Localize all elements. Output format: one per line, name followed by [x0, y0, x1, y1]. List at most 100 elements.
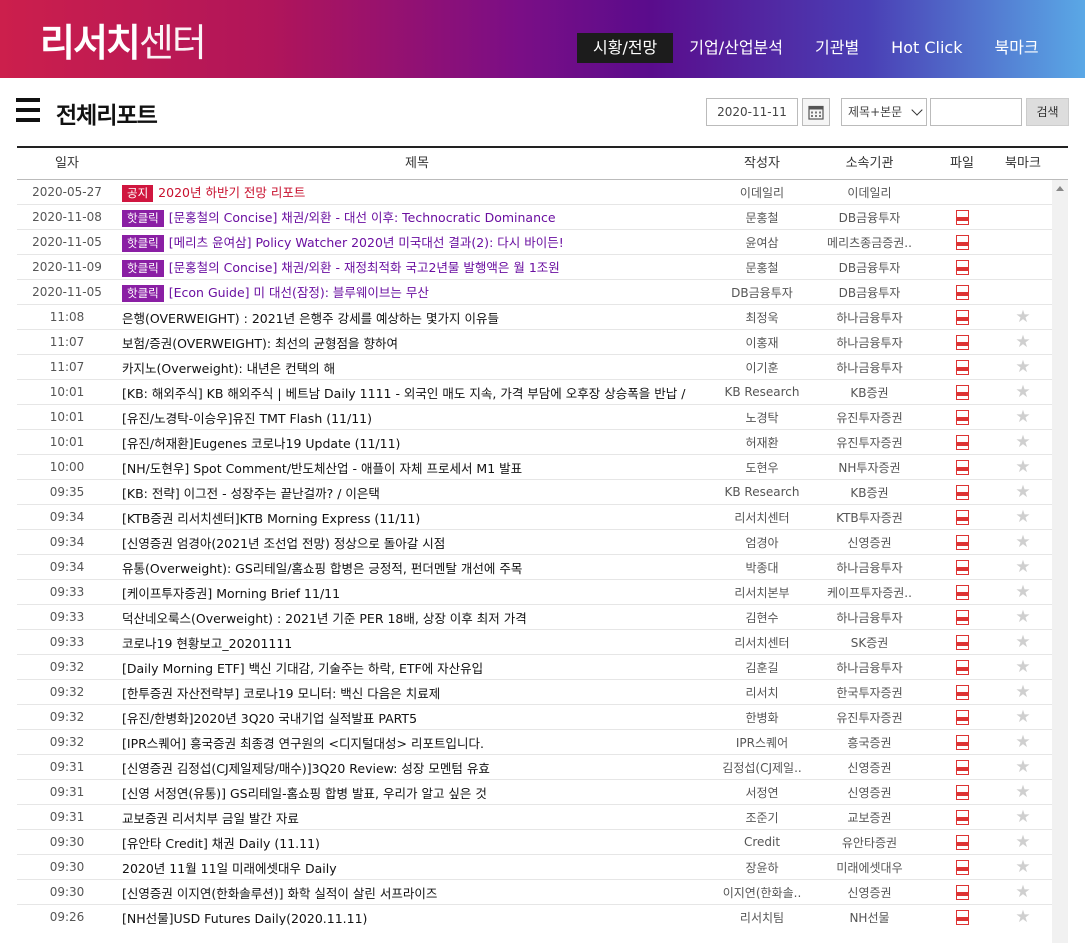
row-title[interactable]: [신영증권 엄경아(2021년 조선업 전망) 정상으로 돌아갈 시점: [117, 533, 717, 552]
row-title[interactable]: 덕산네오룩스(Overweight) : 2021년 기준 PER 18배, 상…: [117, 608, 717, 627]
table-row[interactable]: 09:33 코로나19 현황보고_20201111 리서치센터 SK증권 ★: [17, 630, 1068, 655]
table-row[interactable]: 09:30 [유안타 Credit] 채권 Daily (11.11) Credit…: [17, 830, 1068, 855]
row-title[interactable]: [IPR스퀘어] 흥국증권 최종경 연구원의 <디지털대성> 리포트입니다.: [117, 733, 717, 752]
row-title[interactable]: 보험/증권(OVERWEIGHT): 최선의 균형점을 향하여: [117, 333, 717, 352]
row-title[interactable]: 공지 2020년 하반기 전망 리포트: [117, 182, 717, 202]
star-icon[interactable]: ★: [1015, 307, 1030, 327]
table-row[interactable]: 09:31 [신영증권 김정섭(CJ제일제당/매수)]3Q20 Review: 성…: [17, 755, 1068, 780]
nav-item[interactable]: Hot Click: [875, 33, 978, 63]
row-title-text[interactable]: [메리츠 윤여삼] Policy Watcher 2020년 미국대선 결과(2…: [169, 235, 564, 250]
row-title[interactable]: [유진/한병화]2020년 3Q20 국내기업 실적발표 PART5: [117, 708, 717, 727]
pdf-icon[interactable]: [955, 310, 969, 325]
pdf-icon[interactable]: [955, 610, 969, 625]
row-title[interactable]: [유진/노경탁-이승우]유진 TMT Flash (11/11): [117, 408, 717, 427]
row-title-text[interactable]: [유안타 Credit] 채권 Daily (11.11): [122, 836, 320, 851]
star-icon[interactable]: ★: [1015, 532, 1030, 552]
star-icon[interactable]: ★: [1015, 382, 1030, 402]
row-title-text[interactable]: [문홍철의 Concise] 채권/외환 - 대선 이후: Technocrat…: [169, 210, 556, 225]
table-row[interactable]: 11:07 카지노(Overweight): 내년은 컨택의 해 이기훈 하나금융투자…: [17, 355, 1068, 380]
col-header-date[interactable]: 일자: [17, 148, 117, 179]
star-icon[interactable]: ★: [1015, 807, 1030, 827]
row-title[interactable]: [신영증권 김정섭(CJ제일제당/매수)]3Q20 Review: 성장 모멘텀…: [117, 758, 717, 777]
row-title-text[interactable]: [KB: 전략] 이그전 - 성장주는 끝난걸까? / 이은택: [122, 486, 380, 501]
table-row[interactable]: 09:32 [Daily Morning ETF] 백신 기대감, 기술주는 하락…: [17, 655, 1068, 680]
table-row[interactable]: 09:26 [NH선물]USD Futures Daily(2020.11.11)…: [17, 905, 1068, 925]
row-title-text[interactable]: [케이프투자증권] Morning Brief 11/11: [122, 586, 340, 601]
star-icon[interactable]: ★: [1015, 707, 1030, 727]
row-title-text[interactable]: [유진/한병화]2020년 3Q20 국내기업 실적발표 PART5: [122, 711, 417, 726]
table-row[interactable]: 11:08 은행(OVERWEIGHT) : 2021년 은행주 강세를 예상하는…: [17, 305, 1068, 330]
row-title-text[interactable]: [Daily Morning ETF] 백신 기대감, 기술주는 하락, ETF…: [122, 661, 483, 676]
table-row[interactable]: 09:30 2020년 11월 11일 미래에셋대우 Daily 장윤하 미래에셋대우…: [17, 855, 1068, 880]
row-title-text[interactable]: [유진/허재환]Eugenes 코로나19 Update (11/11): [122, 436, 400, 451]
row-title-text[interactable]: [신영증권 김정섭(CJ제일제당/매수)]3Q20 Review: 성장 모멘텀…: [122, 761, 490, 776]
pdf-icon[interactable]: [955, 535, 969, 550]
row-title-text[interactable]: [신영증권 엄경아(2021년 조선업 전망) 정상으로 돌아갈 시점: [122, 536, 445, 551]
table-row[interactable]: 10:01 [유진/허재환]Eugenes 코로나19 Update (11/11…: [17, 430, 1068, 455]
row-title[interactable]: [유안타 Credit] 채권 Daily (11.11): [117, 833, 717, 852]
star-icon[interactable]: ★: [1015, 557, 1030, 577]
search-input[interactable]: [930, 98, 1022, 126]
table-row[interactable]: 09:30 [신영증권 이지연(한화솔루션)] 화학 실적이 살린 서프라이즈 이지…: [17, 880, 1068, 905]
col-header-title[interactable]: 제목: [117, 148, 717, 179]
row-title-text[interactable]: 유통(Overweight): GS리테일/홈쇼핑 합병은 긍정적, 펀더멘탈 …: [122, 561, 522, 576]
pdf-icon[interactable]: [955, 585, 969, 600]
table-row[interactable]: 09:32 [유진/한병화]2020년 3Q20 국내기업 실적발표 PART5 한…: [17, 705, 1068, 730]
menu-icon[interactable]: [16, 98, 40, 124]
pdf-icon[interactable]: [955, 785, 969, 800]
row-title[interactable]: [유진/허재환]Eugenes 코로나19 Update (11/11): [117, 433, 717, 452]
row-title-text[interactable]: 카지노(Overweight): 내년은 컨택의 해: [122, 361, 335, 376]
row-title-text[interactable]: [한투증권 자산전략부] 코로나19 모니터: 백신 다음은 치료제: [122, 686, 440, 701]
row-title-text[interactable]: 교보증권 리서치부 금일 발간 자료: [122, 811, 299, 826]
pdf-icon[interactable]: [955, 460, 969, 475]
star-icon[interactable]: ★: [1015, 682, 1030, 702]
search-button[interactable]: 검색: [1026, 98, 1069, 126]
row-title[interactable]: 핫클릭 [메리츠 윤여삼] Policy Watcher 2020년 미국대선 결…: [117, 232, 717, 252]
row-title-text[interactable]: 2020년 하반기 전망 리포트: [158, 185, 305, 200]
table-row[interactable]: 09:33 덕산네오룩스(Overweight) : 2021년 기준 PER 1…: [17, 605, 1068, 630]
pdf-icon[interactable]: [955, 485, 969, 500]
table-row[interactable]: 09:33 [케이프투자증권] Morning Brief 11/11 리서치본부 케…: [17, 580, 1068, 605]
row-title[interactable]: 2020년 11월 11일 미래에셋대우 Daily: [117, 858, 717, 877]
row-title[interactable]: 핫클릭 [문홍철의 Concise] 채권/외환 - 재정최적화 국고2년물 발행…: [117, 257, 717, 277]
star-icon[interactable]: ★: [1015, 857, 1030, 877]
pdf-icon[interactable]: [955, 910, 969, 925]
table-row[interactable]: 09:31 [신영 서정연(유통)] GS리테일-홈쇼핑 합병 발표, 우리가 알…: [17, 780, 1068, 805]
row-title[interactable]: [NH선물]USD Futures Daily(2020.11.11): [117, 908, 717, 926]
date-input[interactable]: [706, 98, 798, 126]
pdf-icon[interactable]: [955, 835, 969, 850]
table-row[interactable]: 11:07 보험/증권(OVERWEIGHT): 최선의 균형점을 향하여 이홍재 하…: [17, 330, 1068, 355]
nav-item[interactable]: 북마크: [978, 33, 1054, 63]
pdf-icon[interactable]: [955, 285, 969, 300]
row-title-text[interactable]: [KB: 해외주식] KB 해외주식 | 베트남 Daily 1111 - 외국…: [122, 386, 685, 401]
table-row[interactable]: 09:31 교보증권 리서치부 금일 발간 자료 조준기 교보증권 ★: [17, 805, 1068, 830]
table-row[interactable]: 09:32 [한투증권 자산전략부] 코로나19 모니터: 백신 다음은 치료제 리…: [17, 680, 1068, 705]
pdf-icon[interactable]: [955, 760, 969, 775]
row-title-text[interactable]: [Econ Guide] 미 대선(잠정): 블루웨이브는 무산: [169, 285, 429, 300]
row-title-text[interactable]: [NH선물]USD Futures Daily(2020.11.11): [122, 911, 367, 926]
row-title-text[interactable]: 보험/증권(OVERWEIGHT): 최선의 균형점을 향하여: [122, 336, 398, 351]
nav-item[interactable]: 시황/전망: [577, 33, 674, 63]
col-header-org[interactable]: 소속기관: [807, 148, 932, 179]
row-title-text[interactable]: 은행(OVERWEIGHT) : 2021년 은행주 강세를 예상하는 몇가지 …: [122, 311, 499, 326]
nav-item[interactable]: 기관별: [799, 33, 875, 63]
star-icon[interactable]: ★: [1015, 632, 1030, 652]
star-icon[interactable]: ★: [1015, 607, 1030, 627]
star-icon[interactable]: ★: [1015, 332, 1030, 352]
star-icon[interactable]: ★: [1015, 907, 1030, 925]
table-row[interactable]: 10:01 [유진/노경탁-이승우]유진 TMT Flash (11/11) 노경탁…: [17, 405, 1068, 430]
pdf-icon[interactable]: [955, 685, 969, 700]
star-icon[interactable]: ★: [1015, 407, 1030, 427]
pdf-icon[interactable]: [955, 385, 969, 400]
row-title[interactable]: 핫클릭 [Econ Guide] 미 대선(잠정): 블루웨이브는 무산: [117, 282, 717, 302]
col-header-author[interactable]: 작성자: [717, 148, 807, 179]
star-icon[interactable]: ★: [1015, 582, 1030, 602]
pdf-icon[interactable]: [955, 635, 969, 650]
row-title-text[interactable]: 코로나19 현황보고_20201111: [122, 636, 292, 651]
table-row[interactable]: 2020-11-05 핫클릭 [메리츠 윤여삼] Policy Watcher 20…: [17, 230, 1068, 255]
nav-item[interactable]: 기업/산업분석: [673, 33, 799, 63]
row-title[interactable]: [신영증권 이지연(한화솔루션)] 화학 실적이 살린 서프라이즈: [117, 883, 717, 902]
row-title[interactable]: [NH/도현우] Spot Comment/반도체산업 - 애플이 자체 프로세…: [117, 458, 717, 477]
star-icon[interactable]: ★: [1015, 882, 1030, 902]
table-row[interactable]: 2020-05-27 공지 2020년 하반기 전망 리포트 이데일리 이데일리: [17, 180, 1068, 205]
